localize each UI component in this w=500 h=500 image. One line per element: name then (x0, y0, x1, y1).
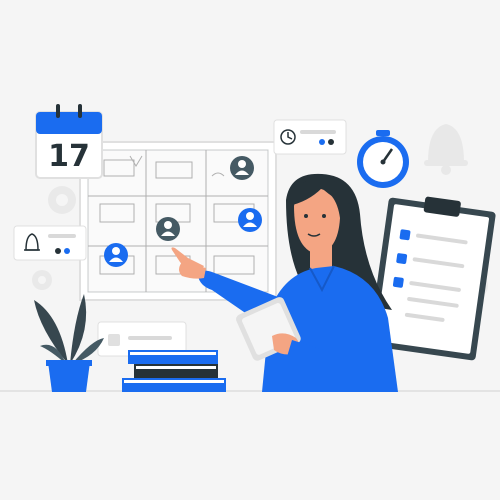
checkbox-icon (392, 276, 404, 288)
checkbox-icon (396, 253, 408, 264)
checkbox-icon (399, 229, 411, 241)
bell-icon (424, 124, 468, 175)
scheduling-illustration: 17 (0, 104, 500, 392)
books-icon (122, 350, 226, 392)
plant-icon (34, 294, 104, 392)
checkbox-icon (108, 334, 120, 346)
calendar-icon: 17 (35, 104, 103, 179)
user-pin (156, 217, 180, 241)
stopwatch-icon (357, 130, 409, 188)
user-pin (104, 243, 128, 267)
gear-icon (48, 186, 76, 214)
user-pin (238, 208, 262, 232)
illustration-scene: 17 (0, 0, 500, 500)
user-pin (230, 156, 254, 180)
bell-notification-card (13, 225, 87, 261)
clock-notification-card (273, 119, 347, 155)
calendar-day: 17 (48, 139, 90, 174)
gear-icon (32, 270, 52, 290)
